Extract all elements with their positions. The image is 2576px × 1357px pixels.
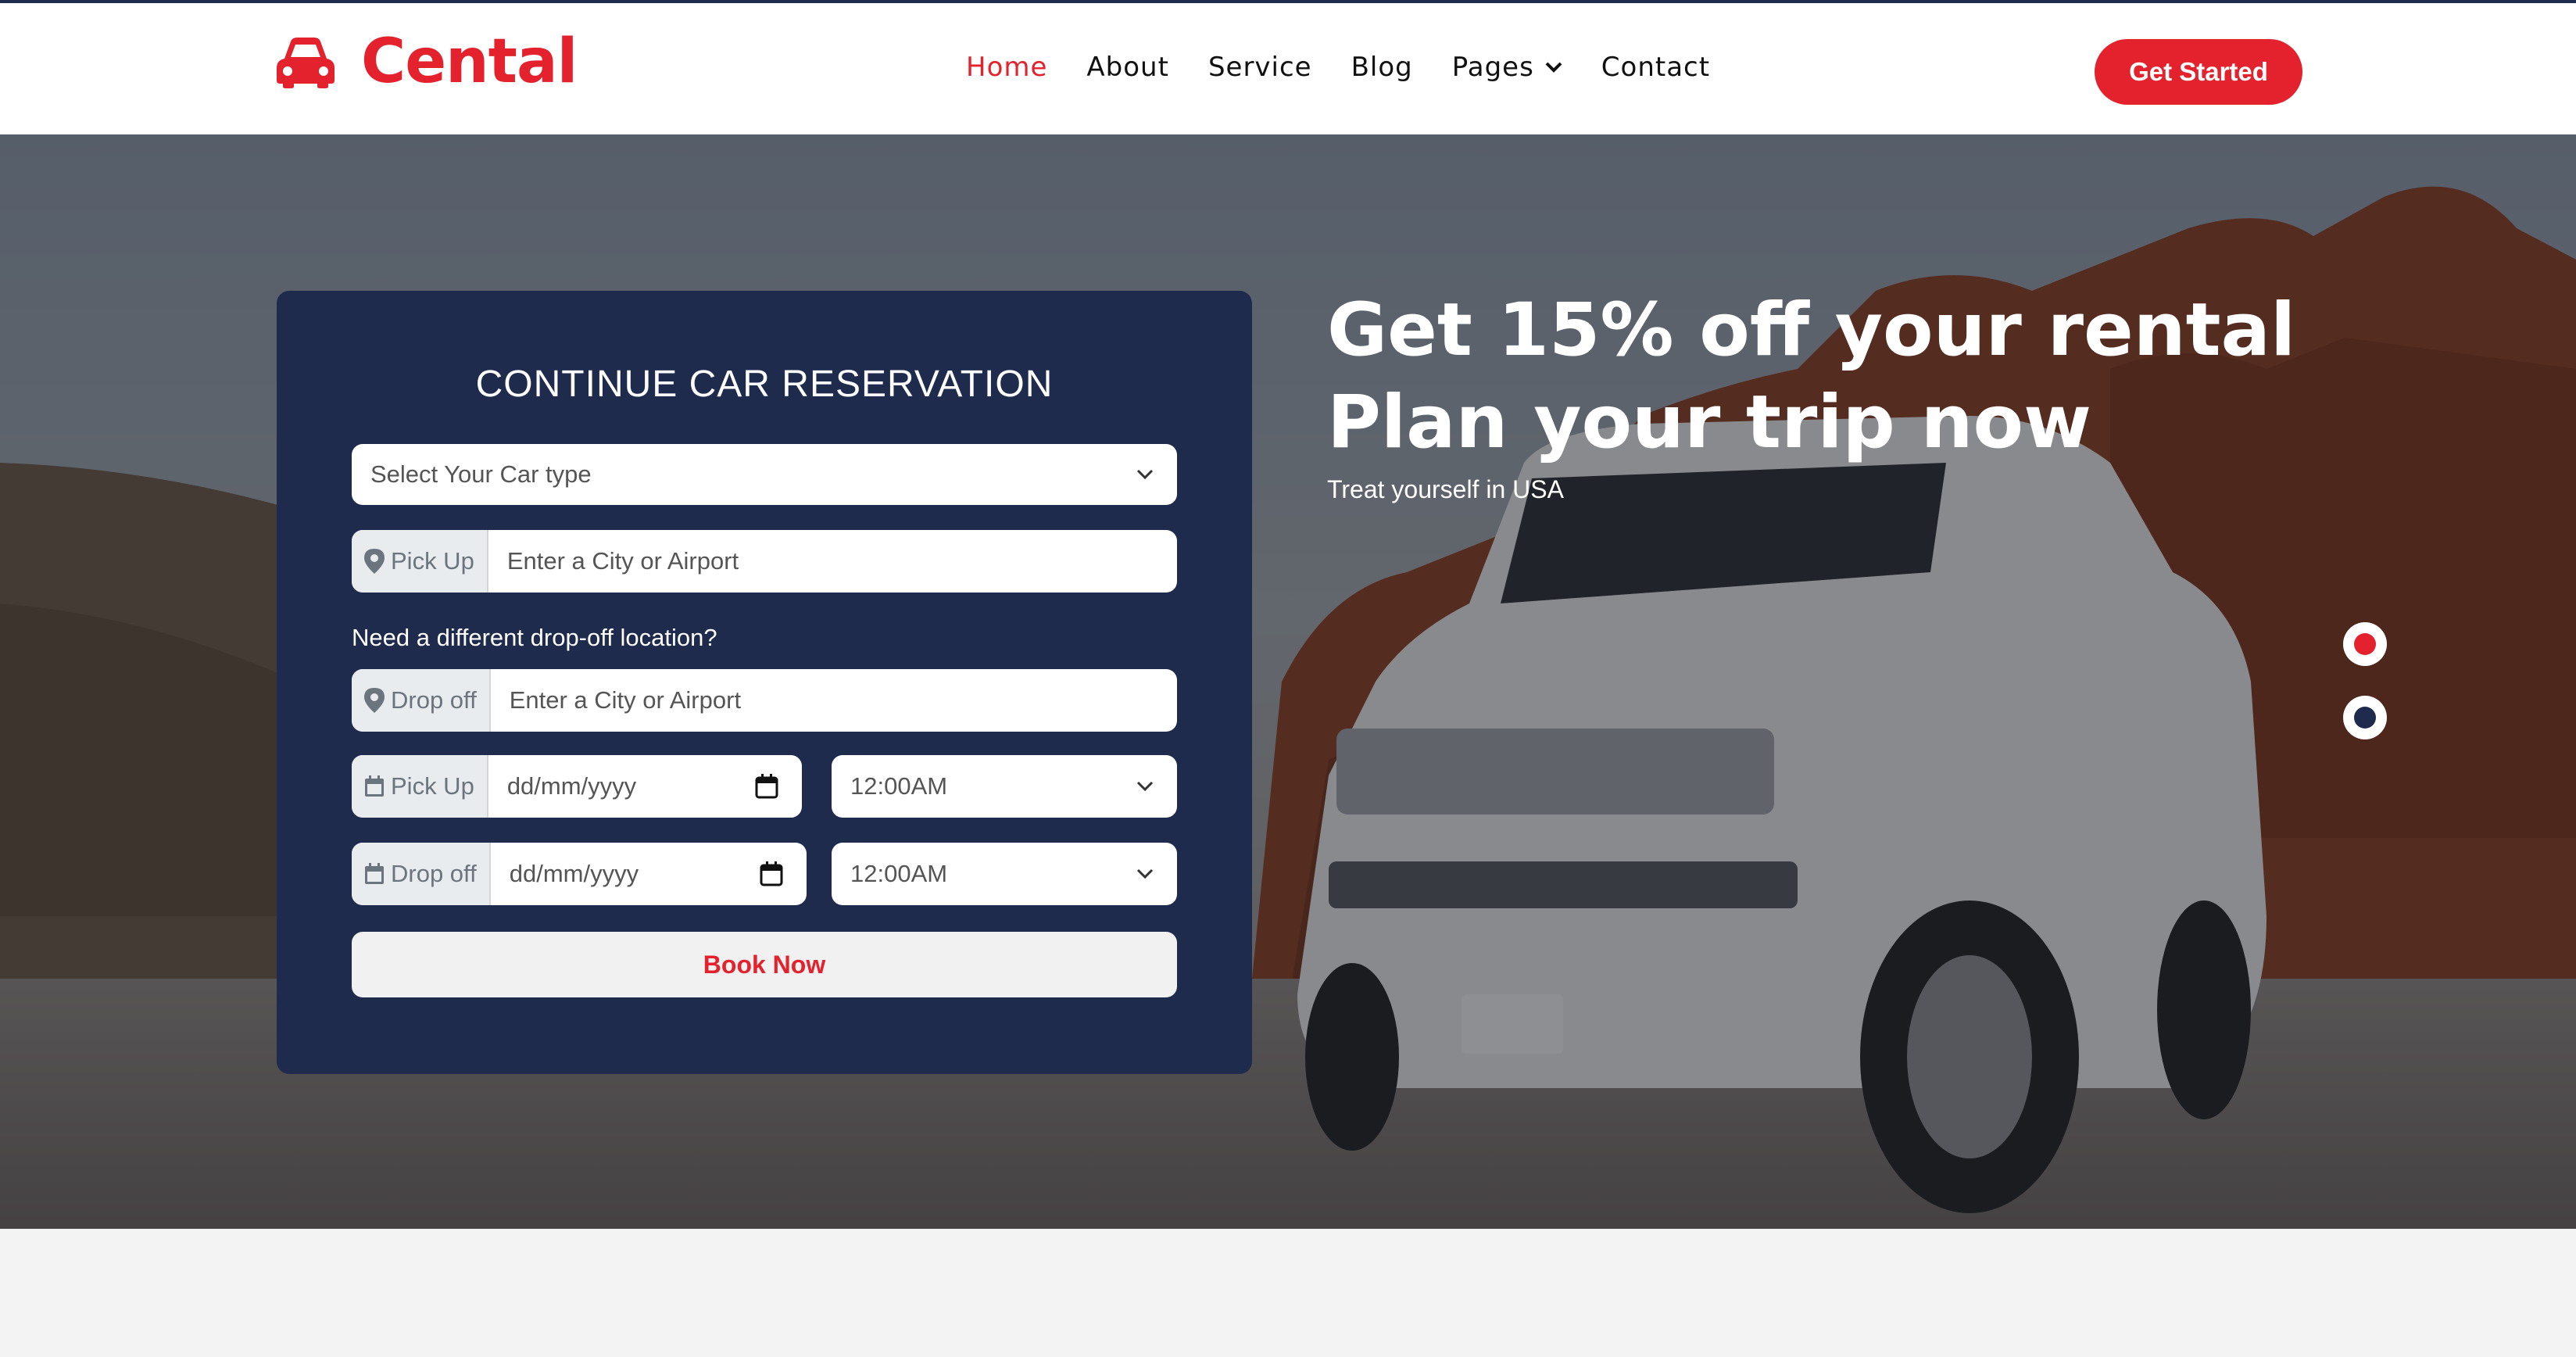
chevron-down-icon xyxy=(1136,868,1154,879)
hero-subtext: Treat yourself in USA xyxy=(1327,475,1564,503)
dropoff-time-select[interactable]: 12:00AM xyxy=(832,843,1177,905)
dropoff-date-input[interactable]: dd/mm/yyyy xyxy=(491,860,639,888)
pickup-date-prefix: Pick Up xyxy=(352,755,488,818)
map-marker-icon xyxy=(364,549,385,574)
nav-blog[interactable]: Blog xyxy=(1351,52,1413,83)
carousel-dot-2-fill xyxy=(2354,707,2376,729)
carousel-dot-1[interactable] xyxy=(2343,622,2387,666)
nav-contact[interactable]: Contact xyxy=(1601,52,1710,83)
hero-section: CONTINUE CAR RESERVATION Select Your Car… xyxy=(0,134,2576,1229)
dropoff-note: Need a different drop-off location? xyxy=(352,624,717,651)
nav-service[interactable]: Service xyxy=(1208,52,1312,83)
chevron-down-icon xyxy=(1545,62,1562,73)
pickup-date-field[interactable]: Pick Up dd/mm/yyyy xyxy=(352,755,802,818)
main-nav: Home About Service Blog Pages Contact xyxy=(966,52,1749,83)
get-started-button[interactable]: Get Started xyxy=(2095,39,2302,105)
calendar-icon xyxy=(365,775,384,797)
hero-headline-line1: Get 15% off your rental xyxy=(1327,288,2296,373)
calendar-picker-icon[interactable] xyxy=(760,861,783,886)
calendar-picker-icon[interactable] xyxy=(755,774,778,799)
dropoff-location-prefix: Drop off xyxy=(352,669,491,732)
brand-name: Cental xyxy=(361,27,578,97)
logo[interactable]: Cental xyxy=(274,27,578,97)
pickup-date-input[interactable]: dd/mm/yyyy xyxy=(488,772,636,800)
nav-pages[interactable]: Pages xyxy=(1452,52,1562,83)
hero-headline: Get 15% off your rental Plan your trip n… xyxy=(1327,285,2295,469)
dropoff-date-field[interactable]: Drop off dd/mm/yyyy xyxy=(352,843,807,905)
pickup-location-prefix: Pick Up xyxy=(352,530,488,593)
dropoff-time-value: 12:00AM xyxy=(850,860,948,887)
book-now-button[interactable]: Book Now xyxy=(352,932,1177,997)
dropoff-date-prefix: Drop off xyxy=(352,843,491,905)
nav-pages-label: Pages xyxy=(1451,52,1534,83)
pickup-date-prefix-label: Pick Up xyxy=(391,772,474,800)
navbar: Cental Home About Service Blog Pages Con… xyxy=(0,3,2576,134)
chevron-down-icon xyxy=(1136,469,1154,480)
dropoff-location-prefix-label: Drop off xyxy=(391,686,477,714)
map-marker-icon xyxy=(364,688,385,713)
reservation-title: CONTINUE CAR RESERVATION xyxy=(475,363,1054,405)
car-type-select[interactable]: Select Your Car type xyxy=(352,444,1177,505)
below-hero-section xyxy=(0,1229,2576,1357)
dropoff-location-field[interactable]: Drop off Enter a City or Airport xyxy=(352,669,1177,732)
car-icon xyxy=(277,38,335,88)
dropoff-date-prefix-label: Drop off xyxy=(391,860,477,887)
chevron-down-icon xyxy=(1136,781,1154,792)
reservation-form: CONTINUE CAR RESERVATION Select Your Car… xyxy=(277,291,1252,1074)
car-type-value: Select Your Car type xyxy=(370,460,592,488)
pickup-location-prefix-label: Pick Up xyxy=(391,547,474,575)
pickup-time-select[interactable]: 12:00AM xyxy=(832,755,1177,818)
dropoff-location-input[interactable]: Enter a City or Airport xyxy=(491,686,741,714)
calendar-icon xyxy=(365,863,384,884)
hero-headline-line2: Plan your trip now xyxy=(1327,380,2091,465)
pickup-location-field[interactable]: Pick Up Enter a City or Airport xyxy=(352,530,1177,593)
pickup-location-input[interactable]: Enter a City or Airport xyxy=(488,547,739,575)
pickup-time-value: 12:00AM xyxy=(850,772,948,800)
carousel-dot-2[interactable] xyxy=(2343,696,2387,739)
carousel-dot-1-fill xyxy=(2354,633,2376,655)
nav-about[interactable]: About xyxy=(1086,52,1169,83)
nav-home[interactable]: Home xyxy=(966,52,1047,83)
